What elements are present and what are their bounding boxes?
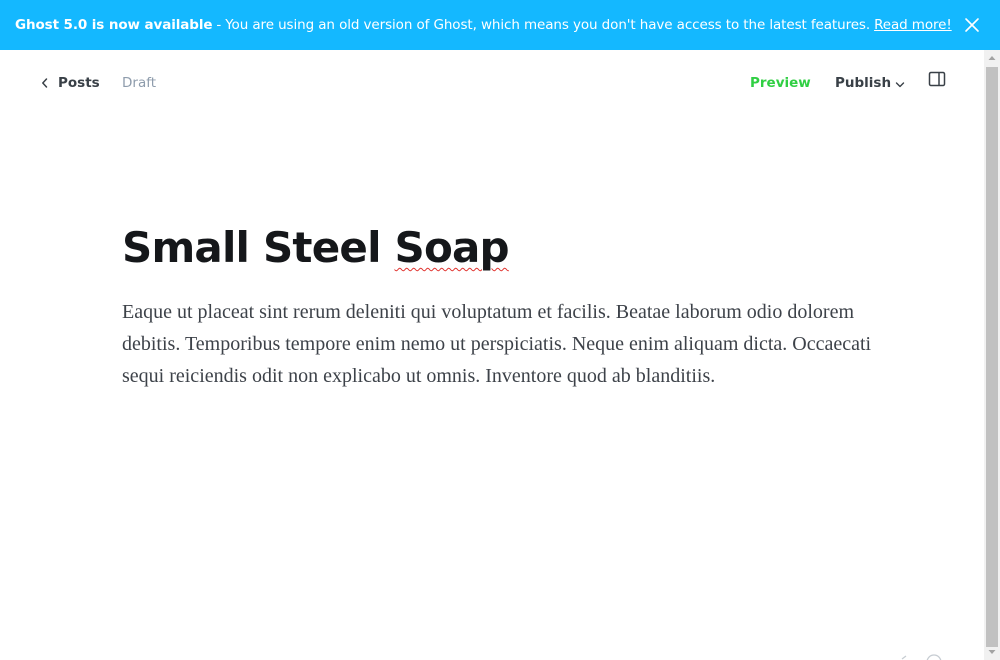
post-title-text: Small Steel [122,223,395,272]
banner-read-more-link[interactable]: Read more! [874,17,952,33]
back-to-posts-link[interactable]: Posts [40,75,100,91]
back-link-label: Posts [58,75,100,91]
post-status: Draft [122,75,157,91]
banner-title: Ghost 5.0 is now available [15,17,213,33]
preview-button[interactable]: Preview [750,75,811,91]
banner-message: You are using an old version of Ghost, w… [225,17,871,33]
scrollbar[interactable] [984,50,1000,660]
post-body-text[interactable]: Eaque ut placeat sint rerum deleniti qui… [122,296,872,392]
post-editor[interactable]: Small Steel Soap Eaque ut placeat sint r… [122,220,872,392]
publish-button[interactable]: Publish [835,75,905,91]
editor-header: Posts Draft Preview Publish [0,50,984,116]
bottom-toolbar-icons [901,654,942,660]
close-icon[interactable] [962,15,982,35]
scroll-down-arrow-icon[interactable] [984,644,1000,660]
update-banner: Ghost 5.0 is now available - You are usi… [0,0,1000,50]
chevron-left-icon [42,78,48,88]
chevron-down-icon [895,81,905,87]
scrollbar-thumb[interactable] [986,67,998,647]
scroll-up-arrow-icon[interactable] [984,50,1000,66]
post-title-misspelled-word: Soap [394,223,510,272]
publish-label: Publish [835,75,892,91]
banner-separator: - [216,17,222,33]
post-title-input[interactable]: Small Steel Soap [122,220,872,276]
sidebar-toggle-icon[interactable] [928,71,946,87]
